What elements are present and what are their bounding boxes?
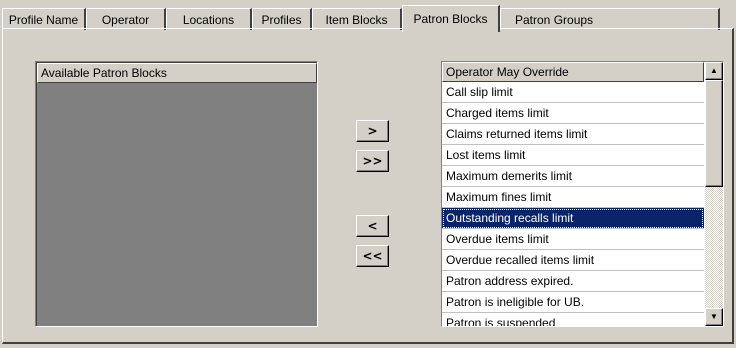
override-list-header[interactable]: Operator May Override: [442, 62, 704, 82]
tab-profile-name[interactable]: Profile Name: [2, 8, 86, 30]
list-item-selected[interactable]: Outstanding recalls limit: [442, 208, 704, 229]
list-item[interactable]: Claims returned items limit: [442, 124, 704, 145]
scroll-up-button[interactable]: ▲: [705, 62, 723, 80]
tab-label: Locations: [182, 12, 235, 27]
list-item[interactable]: Maximum fines limit: [442, 187, 704, 208]
remove-all-button[interactable]: <<: [356, 245, 389, 267]
available-list-header[interactable]: Available Patron Blocks: [37, 63, 317, 83]
tab-item-blocks[interactable]: Item Blocks: [312, 8, 402, 30]
list-item[interactable]: Lost items limit: [442, 145, 704, 166]
operator-may-override-list[interactable]: Operator May Override Call slip limit Ch…: [441, 61, 724, 327]
scroll-thumb[interactable]: [705, 80, 723, 187]
tab-profiles[interactable]: Profiles: [252, 8, 312, 30]
available-patron-blocks-list[interactable]: Available Patron Blocks: [35, 61, 318, 327]
list-item[interactable]: Overdue items limit: [442, 229, 704, 250]
list-item[interactable]: Patron is suspended: [442, 313, 704, 326]
up-arrow-icon: ▲: [710, 66, 718, 75]
list-item[interactable]: Charged items limit: [442, 103, 704, 124]
list-item[interactable]: Overdue recalled items limit: [442, 250, 704, 271]
list-item[interactable]: Call slip limit: [442, 82, 704, 103]
tab-operator[interactable]: Operator: [86, 8, 166, 30]
tab-label: Operator: [101, 12, 150, 27]
scroll-down-button[interactable]: ▼: [705, 308, 723, 326]
vertical-scrollbar[interactable]: ▲ ▼: [705, 62, 723, 326]
tab-label: Patron Groups: [515, 12, 594, 27]
add-one-button[interactable]: >: [356, 120, 389, 142]
tab-locations[interactable]: Locations: [166, 8, 252, 30]
list-item[interactable]: Maximum demerits limit: [442, 166, 704, 187]
tab-label: Profiles: [261, 12, 302, 27]
tab-strip: Profile Name Operator Locations Profiles…: [0, 4, 736, 32]
tab-label: Profile Name: [8, 12, 79, 27]
tab-patron-blocks[interactable]: Patron Blocks: [402, 5, 500, 32]
down-arrow-icon: ▼: [710, 312, 718, 321]
add-all-button[interactable]: >>: [356, 150, 389, 172]
tab-label: Item Blocks: [325, 12, 388, 27]
tab-label: Patron Blocks: [413, 12, 488, 26]
list-item[interactable]: Patron address expired.: [442, 271, 704, 292]
override-list-rows: Call slip limit Charged items limit Clai…: [442, 82, 704, 326]
available-list-body: Available Patron Blocks: [36, 62, 317, 326]
tab-patron-groups[interactable]: Patron Groups: [500, 8, 720, 30]
list-item[interactable]: Patron is ineligible for UB.: [442, 292, 704, 313]
remove-one-button[interactable]: <: [356, 215, 389, 237]
